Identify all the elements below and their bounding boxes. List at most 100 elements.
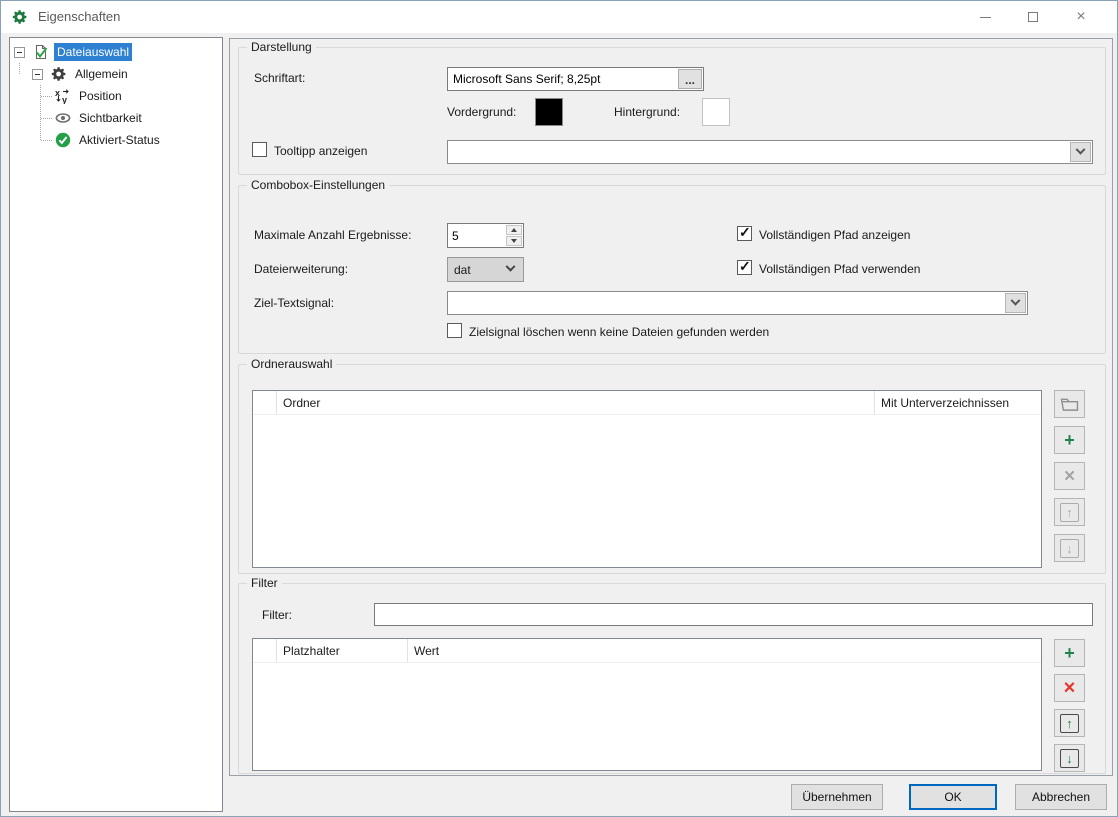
check-circle-icon <box>54 132 71 149</box>
zielsignal-loeschen-checkbox[interactable] <box>447 323 462 338</box>
tooltip-checkbox[interactable] <box>252 142 267 157</box>
max-ergebnisse-label: Maximale Anzahl Ergebnisse: <box>254 228 412 242</box>
svg-text:x: x <box>55 88 60 98</box>
close-icon: × <box>1076 8 1086 25</box>
group-title: Darstellung <box>247 40 316 54</box>
minimize-button[interactable] <box>961 1 1009 33</box>
tooltip-checkbox-label: Tooltipp anzeigen <box>274 144 368 158</box>
svg-text:y: y <box>62 95 67 104</box>
x-icon: × <box>1063 465 1076 487</box>
column-header-wert[interactable]: Wert <box>408 639 1041 662</box>
gear-app-icon <box>12 10 27 24</box>
hintergrund-label: Hintergrund: <box>614 105 681 119</box>
ziel-textsignal-label: Ziel-Textsignal: <box>254 296 335 310</box>
plus-icon: + <box>1064 643 1075 663</box>
filter-input[interactable] <box>374 603 1093 626</box>
folder-move-up-button[interactable]: ↑ <box>1054 498 1085 526</box>
tree-item-allgemein[interactable]: Allgemein <box>10 63 222 85</box>
filter-add-button[interactable]: + <box>1054 639 1085 667</box>
maximize-button[interactable] <box>1009 1 1057 33</box>
arrow-up-icon: ↑ <box>1060 713 1079 733</box>
tree-item-dateiauswahl[interactable]: Dateiauswahl <box>10 41 222 63</box>
schriftart-label: Schriftart: <box>254 71 306 85</box>
ziel-textsignal-combobox[interactable] <box>447 291 1028 315</box>
gear-icon <box>50 66 67 83</box>
vordergrund-label: Vordergrund: <box>447 105 517 119</box>
group-title: Combobox-Einstellungen <box>247 178 390 192</box>
filter-label: Filter: <box>262 608 292 622</box>
row-header-stub <box>253 639 277 662</box>
pfad-anzeigen-label: Vollständigen Pfad anzeigen <box>759 228 911 242</box>
settings-panel: Darstellung Schriftart: ... Vordergrund:… <box>229 38 1113 776</box>
arrow-up-icon <box>511 228 517 232</box>
row-header-stub <box>253 391 277 414</box>
folder-icon <box>1060 398 1079 411</box>
eye-icon <box>54 110 71 127</box>
tree-item-label: Position <box>79 89 122 103</box>
tree-connector <box>40 85 41 140</box>
tree-item-label: Sichtbarkeit <box>79 111 142 125</box>
folder-add-button[interactable]: + <box>1054 426 1085 454</box>
max-ergebnisse-spinner <box>447 223 524 248</box>
x-icon: × <box>1063 676 1076 699</box>
apply-button[interactable]: Übernehmen <box>791 784 883 810</box>
titlebar[interactable]: Eigenschaften × <box>1 1 1117 33</box>
folder-remove-button[interactable]: × <box>1054 462 1085 490</box>
spin-down-button[interactable] <box>506 236 522 246</box>
group-title: Filter <box>247 576 282 590</box>
folder-list[interactable]: Ordner Mit Unterverzeichnissen <box>252 390 1042 568</box>
pfad-verwenden-label: Vollständigen Pfad verwenden <box>759 262 921 276</box>
tree-item-label: Dateiauswahl <box>54 43 133 61</box>
font-input[interactable] <box>448 68 677 90</box>
tree-connector <box>19 63 20 74</box>
column-header-ordner[interactable]: Ordner <box>277 391 875 414</box>
pfad-verwenden-checkbox[interactable]: ✓ <box>737 258 752 275</box>
arrow-down-icon: ↓ <box>1060 748 1079 768</box>
cancel-button[interactable]: Abbrechen <box>1015 784 1107 810</box>
maximize-icon <box>1028 12 1038 22</box>
font-browse-button[interactable]: ... <box>678 69 702 89</box>
filter-move-down-button[interactable]: ↓ <box>1054 744 1085 772</box>
property-tree: Dateiauswahl Allgemein xy Position Sicht… <box>9 37 223 812</box>
zielsignal-loeschen-label: Zielsignal löschen wenn keine Dateien ge… <box>469 325 770 339</box>
tree-item-label: Aktiviert-Status <box>79 133 160 147</box>
chevron-down-icon <box>1075 144 1086 155</box>
arrow-down-icon: ↓ <box>1060 538 1079 558</box>
filter-move-up-button[interactable]: ↑ <box>1054 709 1085 737</box>
chevron-down-icon <box>1010 295 1021 306</box>
file-check-icon <box>32 44 49 61</box>
font-field: ... <box>447 67 704 91</box>
pfad-anzeigen-checkbox[interactable]: ✓ <box>737 224 752 241</box>
tree-connector <box>41 140 52 141</box>
xy-position-icon: xy <box>54 88 71 105</box>
minimize-icon <box>979 16 991 18</box>
group-title: Ordnerauswahl <box>247 357 337 371</box>
tooltip-combobox[interactable] <box>447 140 1093 164</box>
arrow-down-icon <box>511 239 517 243</box>
dateierweiterung-label: Dateierweiterung: <box>254 262 349 276</box>
tree-item-label: Allgemein <box>75 67 128 81</box>
dropdown-button[interactable] <box>1070 142 1091 162</box>
properties-dialog: Eigenschaften × Dateiauswahl Allgemein x… <box>0 0 1118 817</box>
tree-collapse-icon[interactable] <box>14 46 25 58</box>
filter-remove-button[interactable]: × <box>1054 674 1085 702</box>
folder-browse-button[interactable] <box>1054 390 1085 418</box>
column-header-unterverzeichnisse[interactable]: Mit Unterverzeichnissen <box>875 391 1041 414</box>
max-ergebnisse-input[interactable] <box>448 224 505 247</box>
background-color-swatch[interactable] <box>702 98 730 126</box>
dropdown-button[interactable] <box>1005 293 1026 313</box>
filter-list[interactable]: Platzhalter Wert <box>252 638 1042 771</box>
close-button[interactable]: × <box>1057 1 1105 33</box>
tree-collapse-icon[interactable] <box>32 68 43 80</box>
plus-icon: + <box>1064 430 1075 450</box>
chevron-down-icon <box>505 261 516 272</box>
tree-connector <box>41 96 52 97</box>
folder-move-down-button[interactable]: ↓ <box>1054 534 1085 562</box>
column-header-platzhalter[interactable]: Platzhalter <box>277 639 408 662</box>
foreground-color-swatch[interactable] <box>535 98 563 126</box>
spin-up-button[interactable] <box>506 225 522 235</box>
tree-connector <box>41 118 52 119</box>
dateierweiterung-dropdown[interactable]: dat <box>447 257 524 282</box>
arrow-up-icon: ↑ <box>1060 502 1079 522</box>
ok-button[interactable]: OK <box>909 784 997 810</box>
